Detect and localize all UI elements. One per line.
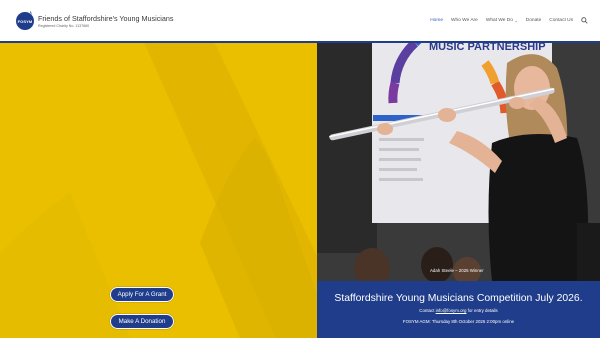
competition-title: Staffordshire Young Musicians Competitio… xyxy=(334,293,583,304)
nav-item-what-we-do[interactable]: What We Do ⌄ xyxy=(486,18,518,23)
search-icon[interactable] xyxy=(581,17,588,24)
contact-line: Contact info@fosym.org for entry details xyxy=(317,308,600,313)
logo-badge-icon: FOSYM ♪ xyxy=(16,8,34,30)
agm-notice: FOSYM AGM: Thursday 8th October 2026 2:0… xyxy=(402,319,515,324)
site-title: Friends of Staffordshire's Young Musicia… xyxy=(38,13,174,23)
music-note-icon: ♪ xyxy=(28,8,33,18)
nav-item-who-we-are[interactable]: Who We Are xyxy=(451,18,478,23)
logo-badge-text: FOSYM xyxy=(17,18,33,24)
flute-player-illustration: MUSIC PARTNERSHIP xyxy=(317,43,600,281)
competition-info-panel: Staffordshire Young Musicians Competitio… xyxy=(317,281,600,338)
nav-item-donate[interactable]: Donate xyxy=(526,18,541,23)
main-nav: Home Who We Are What We Do ⌄ Donate Conta… xyxy=(422,17,588,24)
nav-item-home[interactable]: Home xyxy=(430,18,443,23)
contact-email-link[interactable]: info@fosym.org xyxy=(436,308,467,313)
logo-text: Friends of Staffordshire's Young Musicia… xyxy=(38,14,173,29)
nav-label: Donate xyxy=(525,18,542,23)
hero-photo: MUSIC PARTNERSHIP xyxy=(317,43,600,281)
photo-caption: Adah Steele – 2025 Winner xyxy=(430,268,484,273)
nav-label: Home xyxy=(430,18,443,23)
nav-item-contact-us[interactable]: Contact Us xyxy=(549,18,573,23)
photo-sign-text: MUSIC PARTNERSHIP xyxy=(429,43,546,53)
chevron-down-icon: ⌄ xyxy=(514,18,518,23)
nav-label: Who We Are xyxy=(450,18,478,23)
hero-panel: Apply For A Grant Make A Donation xyxy=(0,43,317,338)
contact-prefix: Contact xyxy=(419,308,436,313)
site-subtitle: Registered Charity No. 1137660 xyxy=(38,23,90,28)
site-logo[interactable]: FOSYM ♪ Friends of Staffordshire's Young… xyxy=(16,8,173,30)
make-donation-button[interactable]: Make A Donation xyxy=(110,314,174,329)
contact-suffix: for entry details xyxy=(466,308,498,313)
nav-label: What We Do xyxy=(485,18,513,23)
nav-label: Contact Us xyxy=(549,18,573,23)
site-header: FOSYM ♪ Friends of Staffordshire's Young… xyxy=(0,0,600,43)
apply-grant-button[interactable]: Apply For A Grant xyxy=(110,287,174,302)
